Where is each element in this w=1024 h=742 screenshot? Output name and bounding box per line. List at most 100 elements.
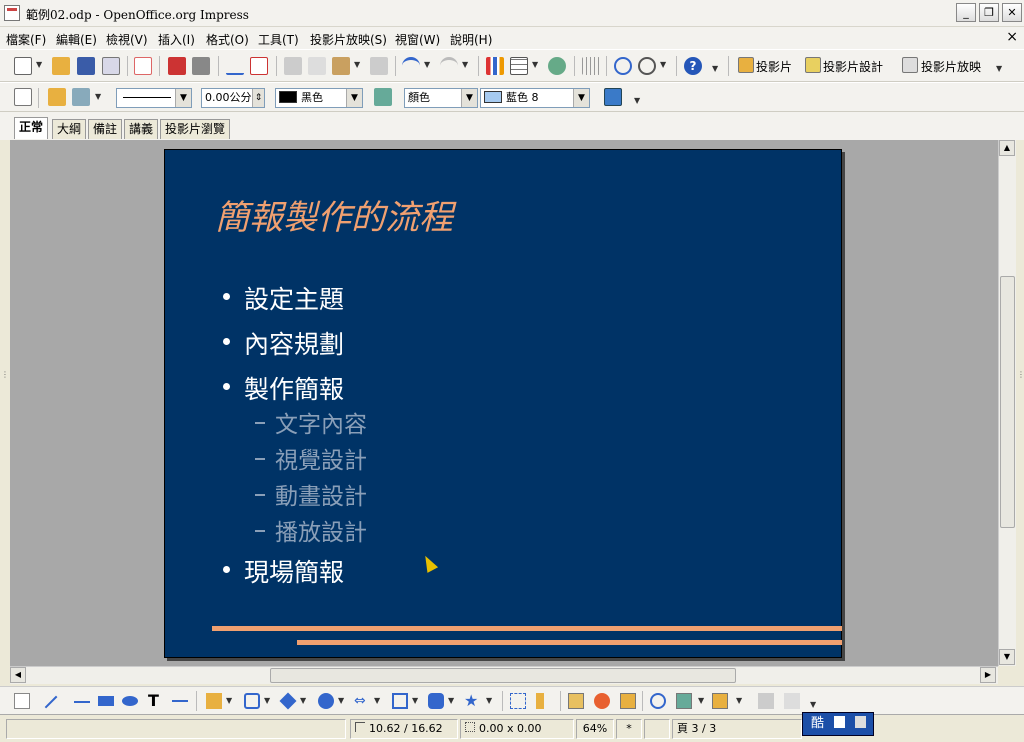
toolbar-overflow-icon[interactable]: ▼ — [996, 64, 1002, 73]
chevron-down-icon[interactable]: ▼ — [36, 60, 42, 69]
chevron-down-icon[interactable]: ▼ — [486, 696, 492, 705]
menu-insert[interactable]: 插入(I) — [158, 31, 195, 48]
clone-formatting-icon[interactable] — [370, 57, 388, 75]
alignment-icon[interactable] — [676, 693, 692, 709]
bullet-item[interactable]: 內容規劃 — [223, 325, 344, 361]
spin-arrows-icon[interactable]: ⇕ — [252, 89, 264, 107]
chevron-down-icon[interactable]: ▼ — [175, 89, 191, 107]
from-file-icon[interactable] — [594, 693, 610, 709]
chevron-down-icon[interactable]: ▼ — [374, 696, 380, 705]
ime-mode-label[interactable]: 酷 — [811, 716, 824, 731]
vertical-scrollbar[interactable]: ▲ ▼ — [998, 140, 1016, 666]
scroll-down-icon[interactable]: ▼ — [999, 649, 1015, 665]
export-pdf-icon[interactable] — [168, 57, 186, 75]
menu-slideshow[interactable]: 投影片放映(S) — [310, 31, 387, 48]
arrange-icon[interactable] — [712, 693, 728, 709]
ime-fullwidth-icon[interactable] — [834, 716, 846, 728]
curve-tool-icon[interactable] — [206, 693, 222, 709]
block-arrows-icon[interactable]: ⇔ — [354, 693, 370, 709]
selection-mode-field[interactable] — [644, 719, 670, 739]
tab-slide-sorter[interactable]: 投影片瀏覽 — [160, 119, 231, 139]
right-pane-grip-icon[interactable]: ⋮ — [1017, 370, 1024, 379]
chevron-down-icon[interactable]: ▼ — [338, 696, 344, 705]
impress-app-icon[interactable] — [4, 5, 20, 21]
fontwork-gallery-icon[interactable] — [568, 693, 584, 709]
menu-file[interactable]: 檔案(F) — [6, 31, 46, 48]
navigator-icon[interactable] — [614, 57, 632, 75]
restore-button[interactable]: ❐ — [979, 3, 999, 22]
undo-icon[interactable] — [402, 57, 420, 75]
chevron-down-icon[interactable]: ▼ — [300, 696, 306, 705]
chevron-down-icon[interactable]: ▼ — [462, 60, 468, 69]
scroll-right-icon[interactable]: ▶ — [980, 667, 996, 683]
cut-icon[interactable] — [284, 57, 302, 75]
sub-bullet-item[interactable]: 播放設計 — [255, 513, 367, 547]
horizontal-scrollbar[interactable]: ◀ ▶ — [10, 666, 998, 684]
menu-tools[interactable]: 工具(T) — [258, 31, 299, 48]
text-tool-icon[interactable]: T — [148, 693, 164, 709]
save-icon[interactable] — [77, 57, 95, 75]
slideshow-icon[interactable] — [902, 57, 918, 73]
new-slide-icon[interactable] — [738, 57, 754, 73]
menu-view[interactable]: 檢視(V) — [106, 31, 148, 48]
flowchart-icon[interactable] — [392, 693, 408, 709]
line-icon[interactable] — [48, 88, 66, 106]
chevron-down-icon[interactable]: ▼ — [264, 696, 270, 705]
chevron-down-icon[interactable]: ▼ — [412, 696, 418, 705]
tab-normal[interactable]: 正常 — [14, 117, 49, 139]
horizontal-scroll-thumb[interactable] — [270, 668, 736, 683]
zoom-field[interactable]: 64% — [576, 719, 614, 739]
chevron-down-icon[interactable]: ▼ — [95, 92, 101, 101]
menu-format[interactable]: 格式(O) — [206, 31, 249, 48]
area-fill-icon[interactable] — [374, 88, 392, 106]
zoom-icon[interactable] — [638, 57, 656, 75]
select-pointer-icon[interactable] — [14, 693, 30, 709]
fontwork-icon[interactable] — [548, 57, 566, 75]
slide-design-button[interactable]: 投影片設計 — [823, 58, 883, 75]
toolbar-overflow-icon[interactable]: ▼ — [810, 700, 816, 709]
menu-edit[interactable]: 編輯(E) — [56, 31, 97, 48]
autospellcheck-icon[interactable] — [250, 57, 268, 75]
toolbar-overflow-icon[interactable]: ▼ — [634, 96, 640, 105]
rotate-icon[interactable] — [650, 693, 666, 709]
help-icon[interactable]: ? — [684, 57, 702, 75]
tab-outline[interactable]: 大綱 — [52, 119, 87, 139]
rectangle-icon[interactable] — [98, 696, 114, 706]
table-icon[interactable] — [510, 57, 528, 75]
vertical-scroll-thumb[interactable] — [1000, 276, 1015, 528]
tab-handout[interactable]: 講義 — [124, 119, 159, 139]
style-catalog-icon[interactable] — [14, 88, 32, 106]
menu-help[interactable]: 說明(H) — [450, 31, 492, 48]
connector-icon[interactable] — [244, 693, 260, 709]
chart-icon[interactable] — [486, 57, 504, 75]
sub-bullet-item[interactable]: 視覺設計 — [255, 441, 367, 475]
area-style-select[interactable]: 顏色 ▼ — [404, 88, 478, 108]
menu-window[interactable]: 視窗(W) — [395, 31, 440, 48]
chevron-down-icon[interactable]: ▼ — [573, 89, 589, 107]
redo-icon[interactable] — [440, 57, 458, 75]
interaction-icon[interactable] — [784, 693, 800, 709]
symbol-shapes-icon[interactable] — [318, 693, 334, 709]
bullet-item[interactable]: 設定主題 — [223, 280, 344, 316]
chevron-down-icon[interactable]: ▼ — [424, 60, 430, 69]
gallery-icon[interactable] — [620, 693, 636, 709]
open-folder-icon[interactable] — [52, 57, 70, 75]
chevron-down-icon[interactable]: ▼ — [660, 60, 666, 69]
copy-icon[interactable] — [308, 57, 326, 75]
new-document-icon[interactable] — [14, 57, 32, 75]
new-slide-button[interactable]: 投影片 — [756, 58, 792, 75]
email-icon[interactable] — [102, 57, 120, 75]
bullet-item[interactable]: 現場簡報 — [223, 553, 344, 589]
chevron-down-icon[interactable]: ▼ — [461, 89, 477, 107]
scroll-up-icon[interactable]: ▲ — [999, 140, 1015, 156]
callouts-icon[interactable] — [428, 693, 444, 709]
spellcheck-icon[interactable] — [226, 57, 244, 75]
close-window-button[interactable]: ✕ — [1002, 3, 1022, 22]
edit-file-icon[interactable] — [134, 57, 152, 75]
extrusion-icon[interactable] — [758, 693, 774, 709]
slide-title[interactable]: 簡報製作的流程 — [215, 190, 453, 239]
chevron-down-icon[interactable]: ▼ — [448, 696, 454, 705]
ellipse-icon[interactable] — [122, 696, 138, 706]
sub-bullet-item[interactable]: 動畫設計 — [255, 477, 367, 511]
minimize-button[interactable]: _ — [956, 3, 976, 22]
